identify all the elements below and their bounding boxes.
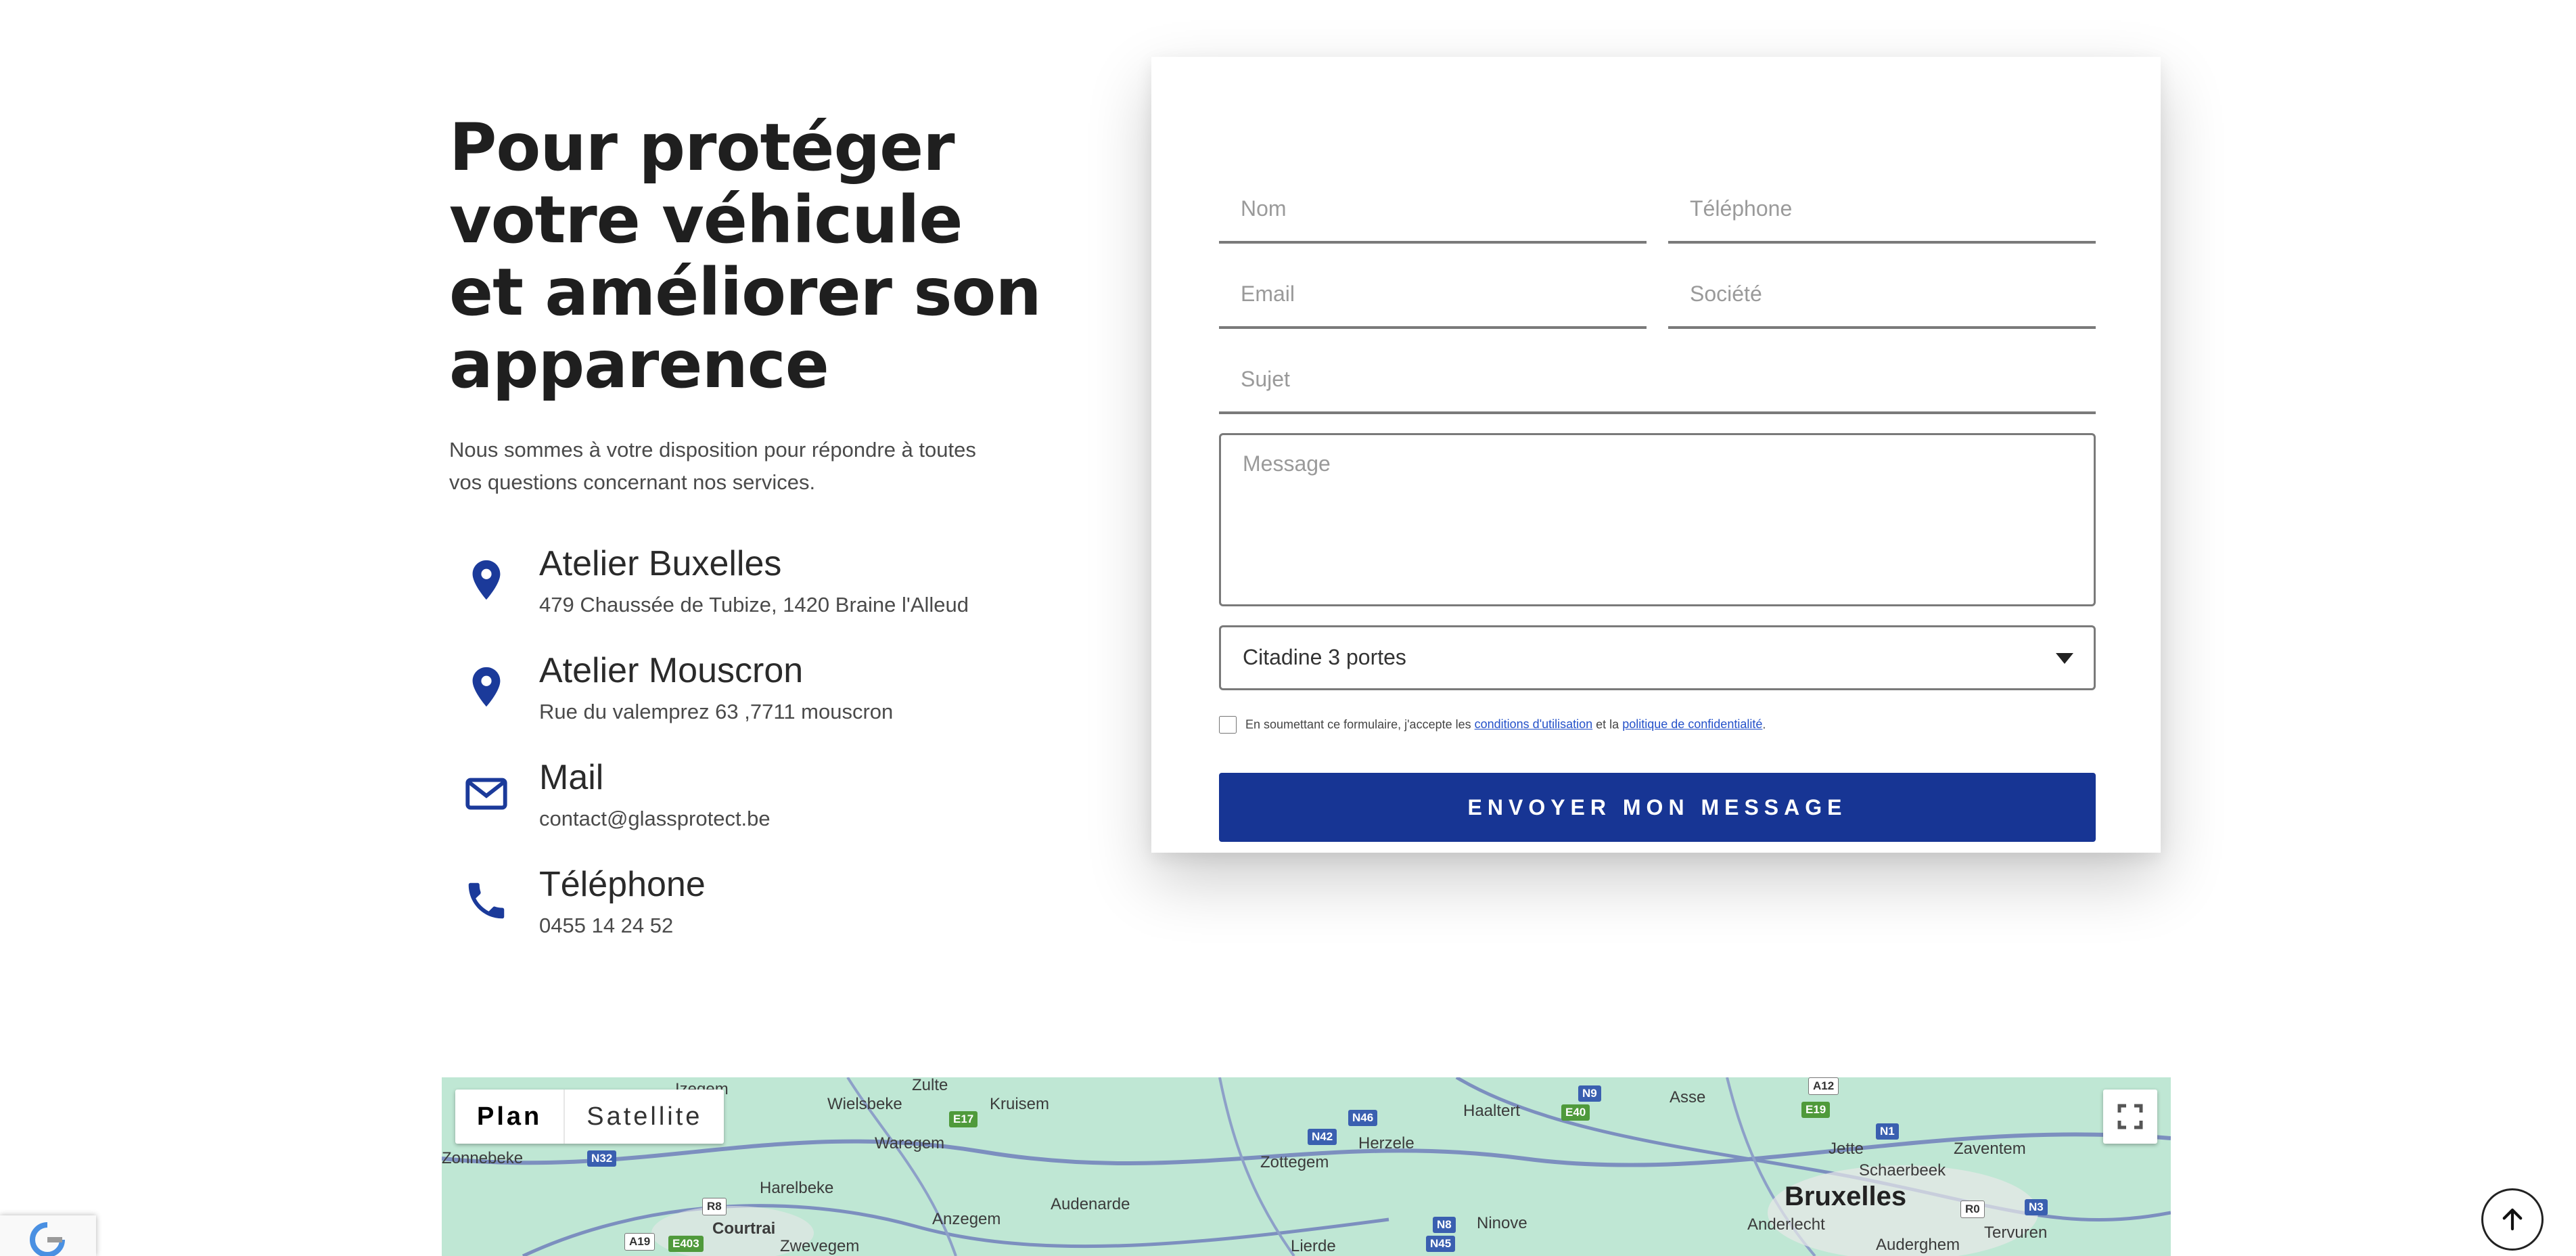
chevron-down-icon [2056,653,2073,664]
name-input[interactable] [1219,176,1647,244]
recaptcha-icon [30,1222,65,1256]
map-embed[interactable]: Izegem Zulte Wielsbeke Kruisem Haaltert … [442,1077,2171,1256]
consent-checkbox[interactable] [1219,716,1237,734]
contact-list: Atelier Buxelles 479 Chaussée de Tubize,… [449,543,1044,970]
tab-satellite[interactable]: Satellite [565,1090,724,1144]
map-place-label: Ninove [1477,1214,1527,1232]
company-input[interactable] [1668,261,2096,329]
map-type-tabs: Plan Satellite [455,1090,724,1144]
map-place-label: Tervuren [1984,1224,2048,1242]
contact-item-telephone: Téléphone 0455 14 24 52 [449,864,1044,970]
map-place-label: Lierde [1291,1237,1336,1255]
road-shield: R8 [702,1198,727,1215]
contact-title: Mail [539,758,604,797]
map-place-label: Anzegem [932,1210,1001,1228]
contact-detail: 479 Chaussée de Tubize, 1420 Braine l'Al… [539,593,969,616]
contact-title: Atelier Mouscron [539,651,804,690]
location-pin-icon [463,556,510,604]
map-place-label: Courtrai [712,1219,776,1238]
tab-plan[interactable]: Plan [455,1090,566,1144]
vehicle-type-select[interactable]: Citadine 3 portes [1219,625,2096,690]
consent-text-suffix: . [1762,717,1766,732]
consent-row: En soumettant ce formulaire, j'accepte l… [1219,716,1766,734]
consent-text-prefix: En soumettant ce formulaire, j'accepte l… [1245,717,1475,732]
recaptcha-badge[interactable] [0,1215,96,1256]
road-shield: N32 [587,1150,617,1167]
fullscreen-button[interactable] [2103,1090,2157,1144]
road-shield: A19 [624,1233,656,1251]
fullscreen-icon [2117,1104,2143,1129]
road-shield: N45 [1426,1236,1456,1252]
map-place-label: Auderghem [1876,1236,1960,1254]
map-place-label: Schaerbeek [1859,1161,1946,1180]
contact-item-mail: Mail contact@glassprotect.be [449,757,1044,864]
message-textarea[interactable] [1219,433,2096,606]
privacy-link[interactable]: politique de confidentialité [1622,717,1762,731]
arrow-up-icon [2502,1208,2523,1231]
road-shield: N42 [1308,1129,1337,1145]
map-place-label: Wielsbeke [827,1095,902,1113]
contact-form: Citadine 3 portes En soumettant ce formu… [1151,57,2161,853]
contact-email-link[interactable]: contact@glassprotect.be [539,805,770,832]
map-place-label: Asse [1670,1088,1706,1106]
map-city-label: Bruxelles [1785,1182,1907,1211]
map-place-label: Herzele [1358,1134,1414,1152]
map-place-label: Zottegem [1260,1153,1329,1171]
terms-link[interactable]: conditions d'utilisation [1475,717,1593,731]
contact-title: Atelier Buxelles [539,544,782,583]
map-place-label: Zaventem [1954,1140,2026,1158]
vehicle-type-value: Citadine 3 portes [1243,645,1406,669]
contact-item-atelier-bruxelles: Atelier Buxelles 479 Chaussée de Tubize,… [449,543,1044,650]
road-shield: E19 [1801,1102,1831,1118]
road-shield: E17 [949,1111,978,1127]
map-place-label: Jette [1828,1140,1864,1158]
telephone-input[interactable] [1668,176,2096,244]
road-shield: N1 [1876,1123,1899,1140]
road-shield: E40 [1561,1104,1590,1121]
consent-text-middle: et la [1592,717,1623,732]
map-place-label: Audenarde [1051,1195,1130,1213]
location-pin-icon [463,663,510,711]
road-shield: R0 [1960,1201,1985,1218]
map-place-label: Zonnebeke [442,1149,524,1167]
map-place-label: Zwevegem [780,1237,860,1255]
map-place-label: Harelbeke [760,1179,834,1197]
map-place-label: Waregem [875,1134,945,1152]
intro-text: Nous sommes à votre disposition pour rép… [449,438,976,494]
phone-icon [463,877,510,924]
road-shield: N3 [2025,1199,2048,1215]
road-shield: N46 [1348,1110,1378,1126]
contact-item-atelier-mouscron: Atelier Mouscron Rue du valemprez 63 ,77… [449,650,1044,757]
map-place-label: Anderlecht [1747,1215,1825,1234]
road-shield: N8 [1433,1217,1456,1233]
contact-phone-link[interactable]: 0455 14 24 52 [539,912,673,939]
contact-title: Téléphone [539,865,706,904]
road-shield: A12 [1808,1077,1839,1095]
scroll-to-top-button[interactable] [2481,1188,2544,1251]
send-message-button[interactable]: ENVOYER MON MESSAGE [1219,773,2096,842]
road-shield: N9 [1578,1085,1601,1102]
contact-info-section: Pour protéger votre véhicule et améliore… [449,112,1044,970]
email-input[interactable] [1219,261,1647,329]
map-place-label: Kruisem [990,1095,1050,1113]
map-place-label: Zulte [912,1077,948,1094]
map-place-label: Haaltert [1463,1102,1521,1120]
subject-input[interactable] [1219,346,2096,414]
contact-detail: Rue du valemprez 63 ,7711 mouscron [539,700,894,723]
page-title: Pour protéger votre véhicule et améliore… [449,110,1042,403]
road-shield: E403 [668,1236,704,1252]
envelope-icon [463,770,510,817]
